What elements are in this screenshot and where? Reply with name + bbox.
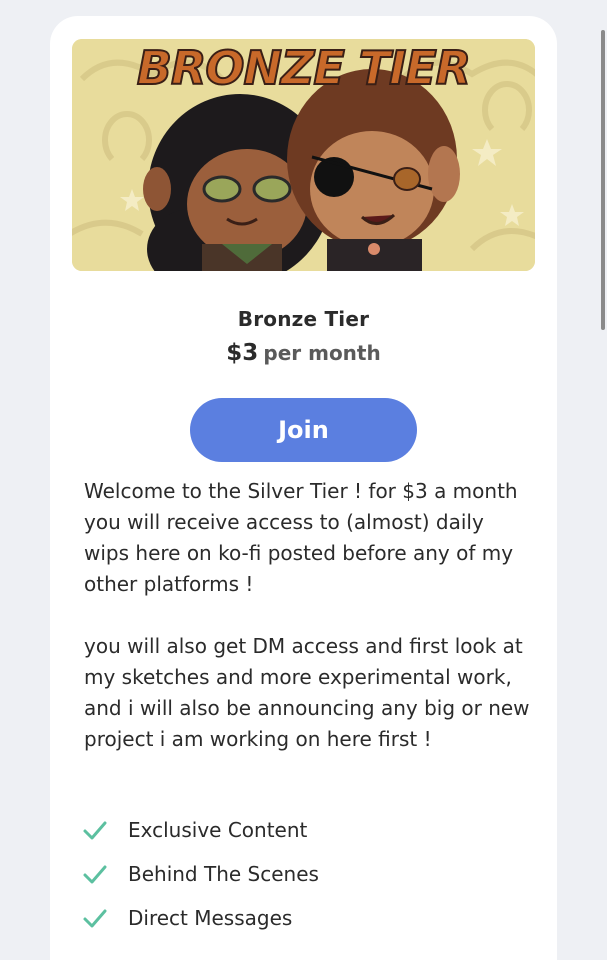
page: BRONZE TIER Bronze Tier $3 per month Joi…	[0, 0, 607, 960]
feature-list: Exclusive Content Behind The Scenes Dire…	[82, 808, 522, 940]
price-row: $3 per month	[50, 340, 557, 366]
description-paragraph: Welcome to the Silver Tier ! for $3 a mo…	[84, 479, 518, 596]
feature-label: Direct Messages	[128, 906, 293, 930]
feature-label: Exclusive Content	[128, 818, 308, 842]
check-icon	[83, 909, 107, 928]
tier-period: per month	[263, 341, 381, 365]
scrollbar[interactable]	[601, 30, 605, 330]
tier-card: BRONZE TIER Bronze Tier $3 per month Joi…	[50, 16, 557, 960]
check-icon	[83, 821, 107, 840]
join-button[interactable]: Join	[190, 398, 417, 462]
tier-banner-image: BRONZE TIER	[72, 39, 535, 271]
description-paragraph: you will also get DM access and first lo…	[84, 634, 530, 751]
check-icon	[83, 865, 107, 884]
feature-label: Behind The Scenes	[128, 862, 319, 886]
tier-price: $3	[226, 340, 259, 366]
tier-description: Welcome to the Silver Tier ! for $3 a mo…	[84, 476, 534, 755]
feature-item: Behind The Scenes	[82, 852, 522, 896]
tier-name: Bronze Tier	[237, 307, 370, 331]
feature-item: Exclusive Content	[82, 808, 522, 852]
feature-item: Direct Messages	[82, 896, 522, 940]
banner-title: BRONZE TIER	[136, 40, 472, 96]
